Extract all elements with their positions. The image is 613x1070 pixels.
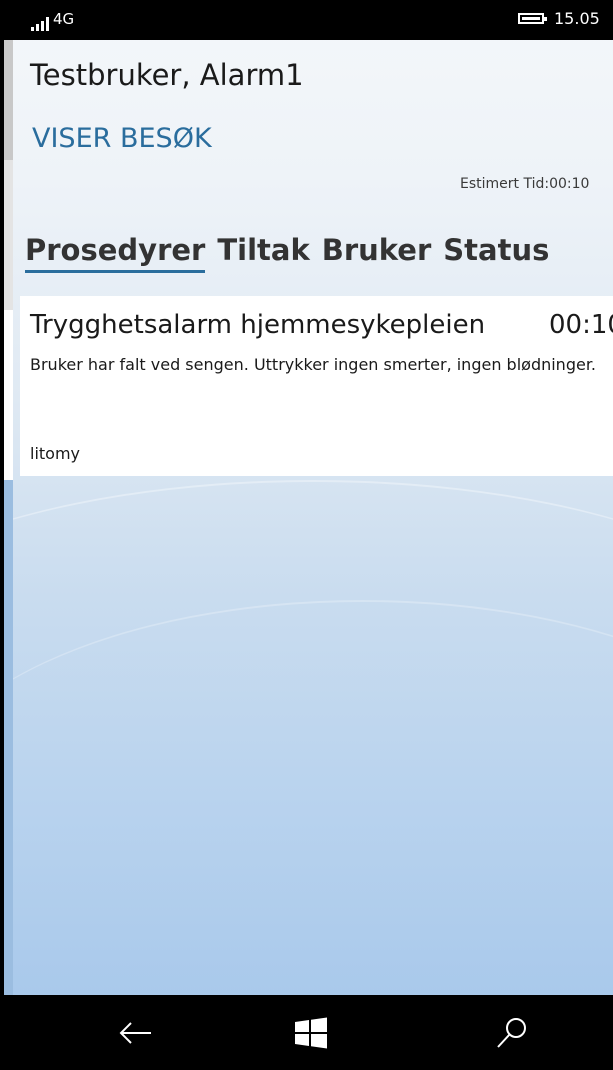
- back-arrow-icon[interactable]: [115, 1013, 155, 1053]
- left-edge-strip: [0, 0, 13, 1070]
- battery-icon: [518, 13, 547, 24]
- tab-measures[interactable]: Tiltak: [217, 233, 309, 273]
- visit-description: Bruker har falt ved sengen. Uttrykker in…: [30, 355, 597, 374]
- tab-procedures[interactable]: Prosedyrer: [25, 233, 206, 273]
- tab-bar: Prosedyrer Tiltak Bruker Status: [25, 233, 549, 273]
- page-title: Testbruker, Alarm1: [30, 58, 304, 92]
- visit-time: 00:10: [549, 310, 613, 340]
- search-icon[interactable]: [492, 1013, 532, 1053]
- navigation-bar: [0, 995, 613, 1070]
- app-screen: 4G 15.05 Testbruker, Alarm1 VISER BESØK …: [13, 0, 613, 995]
- visit-card[interactable]: Trygghetsalarm hjemmesykepleien 00:10 Br…: [20, 296, 613, 476]
- visit-title: Trygghetsalarm hjemmesykepleien: [30, 310, 486, 340]
- estimated-time: Estimert Tid:00:10: [460, 176, 590, 192]
- tab-status[interactable]: Status: [443, 233, 549, 273]
- background-wave: [13, 600, 613, 995]
- tab-user[interactable]: Bruker: [322, 233, 432, 273]
- windows-logo-icon[interactable]: [291, 1013, 331, 1053]
- view-visit-link[interactable]: VISER BESØK: [32, 123, 212, 154]
- status-bar: 4G 15.05: [13, 0, 613, 40]
- network-type: 4G: [53, 10, 75, 28]
- signal-strength-icon: [31, 17, 49, 31]
- background-wave: [13, 480, 613, 862]
- visit-note: litomy: [30, 444, 81, 463]
- status-time: 15.05: [554, 9, 600, 28]
